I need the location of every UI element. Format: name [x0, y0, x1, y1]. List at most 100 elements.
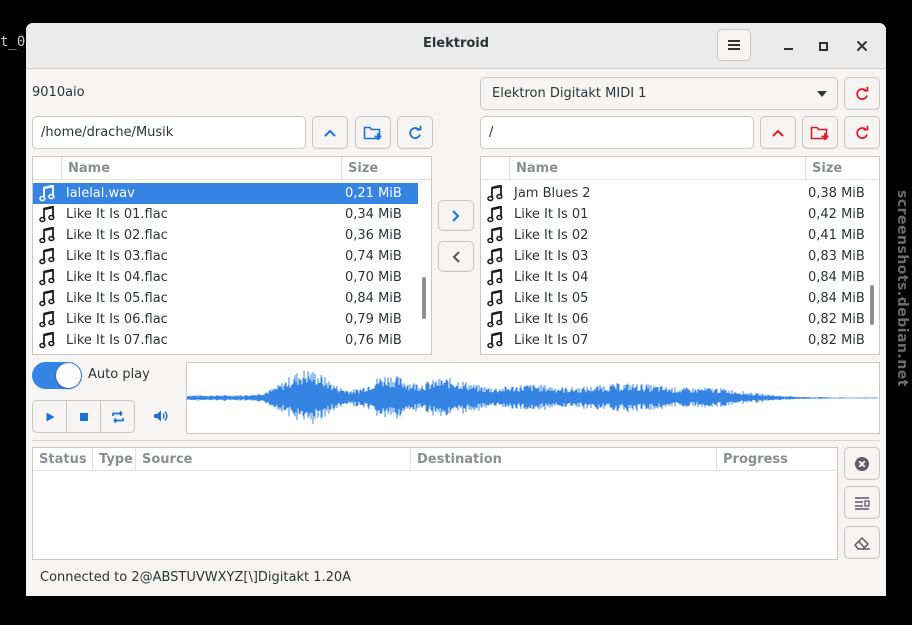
chevron-up-icon	[772, 129, 784, 137]
volume-button[interactable]	[150, 405, 172, 427]
task-column-status[interactable]: Status	[33, 448, 92, 471]
file-size: 0,36 MiB	[345, 228, 402, 243]
play-button[interactable]	[32, 400, 67, 433]
maximize-icon	[818, 41, 828, 51]
music-note-icon	[487, 311, 503, 328]
task-column-progress[interactable]: Progress	[716, 448, 837, 471]
remote-refresh-button[interactable]	[844, 116, 880, 149]
music-note-icon	[487, 248, 503, 265]
clear-finished-tasks-button[interactable]	[844, 526, 880, 559]
stop-button[interactable]	[66, 400, 101, 433]
statusbar-text: Connected to 2@ABSTUVWXYZ[\]Digitakt 1.2…	[40, 570, 352, 585]
file-row[interactable]: Like It Is 05.flac 0,84 MiB	[33, 288, 418, 309]
remote-new-folder-button[interactable]	[802, 116, 838, 149]
file-size: 0,42 MiB	[808, 207, 865, 222]
file-name: Like It Is 05	[514, 291, 589, 306]
music-note-icon	[39, 332, 55, 349]
upload-button[interactable]	[438, 200, 474, 231]
file-row[interactable]: Like It Is 03 0,83 MiB	[481, 246, 879, 267]
local-new-folder-button[interactable]	[355, 116, 391, 149]
minimize-button[interactable]	[777, 35, 799, 57]
file-name: Like It Is 02	[514, 228, 589, 243]
autoplay-label: Auto play	[88, 367, 150, 382]
task-list-header: Status Type Source Destination Progress	[33, 448, 837, 471]
local-file-list[interactable]: Name Size lalelal.wav 0,21 MiB Like It Is …	[32, 156, 432, 355]
task-list[interactable]: Status Type Source Destination Progress	[32, 447, 838, 560]
local-refresh-button[interactable]	[397, 116, 433, 149]
music-note-icon	[39, 290, 55, 307]
remote-column-name[interactable]: Name	[509, 157, 805, 180]
file-row[interactable]: Like It Is 06.flac 0,79 MiB	[33, 309, 418, 330]
file-row[interactable]: lalelal.wav 0,21 MiB	[33, 183, 418, 204]
file-size: 0,76 MiB	[345, 333, 402, 348]
playback-controls	[32, 400, 135, 433]
music-note-icon	[487, 206, 503, 223]
file-row[interactable]: Like It Is 02.flac 0,36 MiB	[33, 225, 418, 246]
local-column-size[interactable]: Size	[341, 157, 431, 180]
volume-icon	[154, 410, 168, 422]
file-row[interactable]: Jam Blues 2 0,38 MiB	[481, 183, 879, 204]
background-terminal-text: t_0	[0, 34, 26, 50]
file-row[interactable]: Like It Is 04 0,84 MiB	[481, 267, 879, 288]
remote-path-input[interactable]: /	[480, 116, 754, 149]
file-name: Like It Is 05.flac	[66, 291, 168, 306]
new-folder-icon	[363, 126, 382, 140]
remote-column-size[interactable]: Size	[805, 157, 879, 180]
remote-scrollbar[interactable]	[870, 285, 874, 325]
file-size: 0,84 MiB	[808, 270, 865, 285]
file-row[interactable]: Like It Is 07.flac 0,76 MiB	[33, 330, 418, 351]
titlebar: Elektroid	[26, 23, 886, 69]
download-button[interactable]	[438, 241, 474, 272]
file-row[interactable]: Like It Is 03.flac 0,74 MiB	[33, 246, 418, 267]
autoplay-switch[interactable]	[32, 362, 82, 389]
switch-knob	[56, 363, 81, 388]
file-row[interactable]: Like It Is 07 0,82 MiB	[481, 330, 879, 351]
waveform-trace	[186, 370, 879, 424]
maximize-button[interactable]	[812, 35, 834, 57]
task-column-destination[interactable]: Destination	[410, 448, 716, 471]
device-select[interactable]: Elektron Digitakt MIDI 1	[480, 77, 838, 110]
stop-icon	[79, 412, 88, 421]
watermark: screenshots.debian.net	[894, 190, 910, 387]
file-row[interactable]: Like It Is 04.flac 0,70 MiB	[33, 267, 418, 288]
remote-list-header: Name Size	[481, 157, 879, 180]
music-note-icon	[39, 227, 55, 244]
local-column-name[interactable]: Name	[61, 157, 341, 180]
file-row[interactable]: Like It Is 02 0,41 MiB	[481, 225, 879, 246]
file-row[interactable]: Like It Is 01 0,42 MiB	[481, 204, 879, 225]
loop-button[interactable]	[100, 400, 135, 433]
music-note-icon	[487, 269, 503, 286]
refresh-icon	[409, 125, 422, 139]
task-column-type[interactable]: Type	[92, 448, 135, 471]
music-note-icon	[487, 332, 503, 349]
file-size: 0,70 MiB	[345, 270, 402, 285]
task-column-source[interactable]: Source	[135, 448, 410, 471]
music-note-icon	[487, 290, 503, 307]
file-name: Like It Is 04.flac	[66, 270, 168, 285]
file-row[interactable]: Like It Is 06 0,82 MiB	[481, 309, 879, 330]
music-note-icon	[487, 185, 503, 202]
main-menu-button[interactable]	[717, 29, 751, 61]
new-folder-icon	[810, 126, 829, 140]
music-note-icon	[487, 227, 503, 244]
close-button[interactable]	[851, 35, 873, 57]
file-name: Like It Is 07	[514, 333, 589, 348]
file-size: 0,21 MiB	[345, 186, 402, 201]
remote-file-list[interactable]: Name Size Jam Blues 2 0,38 MiB Like It Is …	[480, 156, 880, 355]
play-icon	[46, 412, 54, 421]
file-name: Like It Is 03	[514, 249, 589, 264]
waveform-display[interactable]	[186, 362, 880, 434]
file-row[interactable]: Like It Is 05 0,84 MiB	[481, 288, 879, 309]
refresh-devices-button[interactable]	[844, 77, 880, 110]
file-row[interactable]: Like It Is 01.flac 0,34 MiB	[33, 204, 418, 225]
chevron-left-icon	[452, 250, 460, 263]
local-up-button[interactable]	[312, 116, 348, 149]
local-path-input[interactable]: /home/drache/Musik	[32, 116, 306, 149]
chevron-up-icon	[324, 129, 336, 137]
file-name: Like It Is 02.flac	[66, 228, 168, 243]
remote-up-button[interactable]	[760, 116, 796, 149]
remove-queued-tasks-button[interactable]	[844, 486, 880, 519]
cancel-tasks-button[interactable]	[844, 447, 880, 480]
local-scrollbar[interactable]	[422, 277, 426, 319]
file-size: 0,38 MiB	[808, 186, 865, 201]
